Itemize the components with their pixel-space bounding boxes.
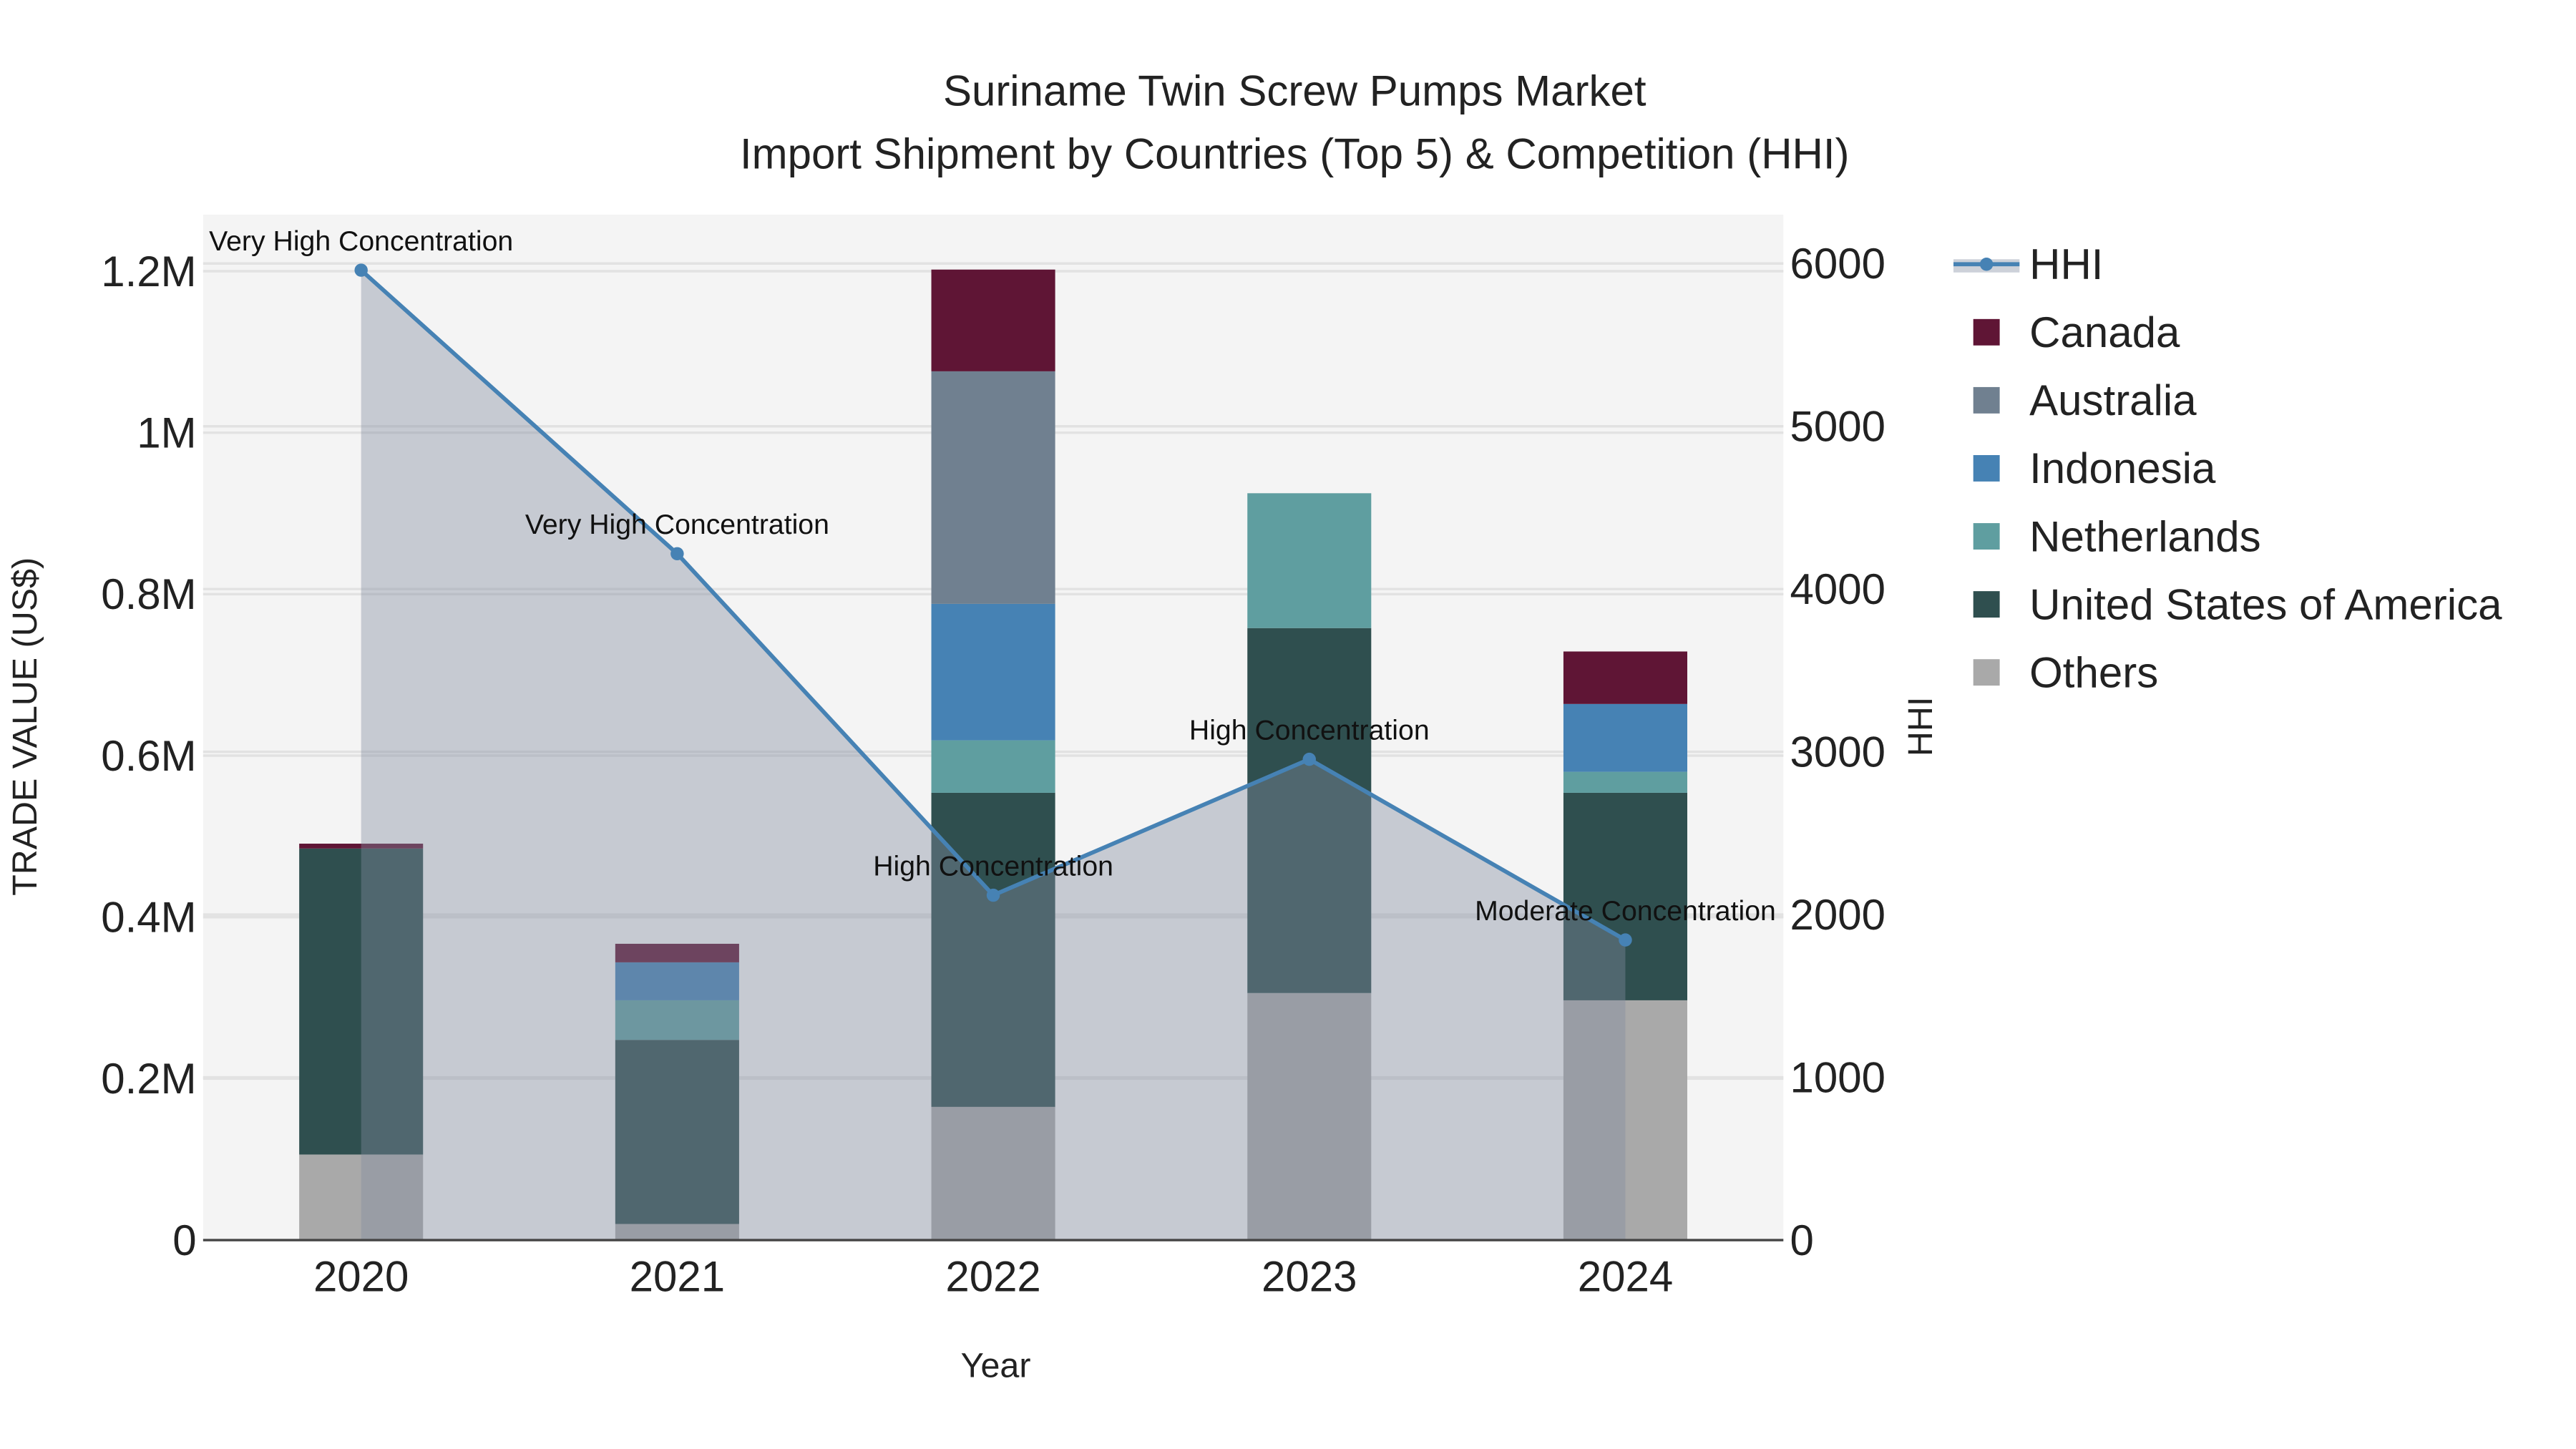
hhi-point-2022 — [986, 888, 1000, 902]
y-tick-label: 0.8M — [101, 570, 196, 618]
x-tick-label: 2022 — [945, 1253, 1040, 1301]
bar-indonesia-2024 — [1563, 703, 1687, 772]
x-tick-label: 2024 — [1578, 1253, 1673, 1301]
legend-hhi-marker — [1979, 258, 1994, 271]
legend-label-australia: Australia — [2029, 376, 2197, 424]
hhi-annotation: High Concentration — [1189, 714, 1430, 746]
hhi-annotation: Very High Concentration — [209, 225, 513, 257]
legend-label-indonesia: Indonesia — [2029, 444, 2216, 492]
legend-label-canada: Canada — [2029, 308, 2180, 356]
y2-tick-label: 5000 — [1790, 402, 1885, 450]
bar-canada-2022 — [931, 269, 1055, 371]
x-tick-label: 2021 — [630, 1253, 725, 1301]
chart-title: Suriname Twin Screw Pumps Market — [943, 67, 1646, 115]
legend-label-united-states-of-america: United States of America — [2029, 580, 2502, 628]
chart-subtitle: Import Shipment by Countries (Top 5) & C… — [740, 130, 1850, 177]
y2-tick-label: 2000 — [1790, 891, 1885, 939]
y-tick-label: 1M — [137, 409, 196, 457]
hhi-annotation: Very High Concentration — [525, 509, 829, 540]
bar-canada-2024 — [1563, 651, 1687, 704]
bar-australia-2022 — [931, 371, 1055, 604]
hhi-point-2023 — [1302, 752, 1316, 766]
y2-tick-label: 0 — [1790, 1216, 1814, 1264]
bar-indonesia-2022 — [931, 603, 1055, 741]
legend-label-others: Others — [2029, 648, 2158, 696]
y-axis-label: TRADE VALUE (US$) — [6, 557, 44, 896]
x-axis-label: Year — [961, 1347, 1031, 1385]
legend-swatch-indonesia — [1973, 455, 2000, 482]
y2-tick-label: 1000 — [1790, 1053, 1885, 1101]
y2-tick-label: 3000 — [1790, 728, 1885, 776]
hhi-annotation: High Concentration — [873, 850, 1113, 882]
legend-swatch-australia — [1973, 386, 2000, 414]
y2-tick-label: 6000 — [1790, 240, 1885, 288]
legend-swatch-netherlands — [1973, 523, 2000, 550]
x-tick-label: 2020 — [313, 1253, 409, 1301]
bar-netherlands-2022 — [931, 740, 1055, 793]
hhi-point-2020 — [354, 263, 368, 277]
y2-axis-label: HHI — [1901, 697, 1940, 756]
legend-swatch-others — [1973, 659, 2000, 686]
legend-label-netherlands: Netherlands — [2029, 512, 2261, 560]
bar-netherlands-2023 — [1247, 493, 1372, 628]
hhi-annotation: Moderate Concentration — [1475, 895, 1776, 927]
y2-tick-label: 4000 — [1790, 565, 1885, 613]
bar-netherlands-2024 — [1563, 771, 1687, 793]
y-tick-label: 0 — [172, 1216, 196, 1264]
legend-label-hhi: HHI — [2029, 240, 2103, 288]
legend-swatch-united-states-of-america — [1973, 591, 2000, 618]
chart: Suriname Twin Screw Pumps Market Import … — [0, 0, 2576, 1449]
y-tick-label: 0.4M — [101, 893, 196, 941]
legend-swatch-canada — [1973, 318, 2000, 346]
y-tick-label: 0.6M — [101, 732, 196, 780]
y-tick-label: 1.2M — [101, 248, 196, 296]
hhi-point-2024 — [1619, 933, 1632, 947]
x-tick-label: 2023 — [1262, 1253, 1357, 1301]
hhi-point-2021 — [670, 547, 684, 561]
y-tick-label: 0.2M — [101, 1055, 196, 1103]
